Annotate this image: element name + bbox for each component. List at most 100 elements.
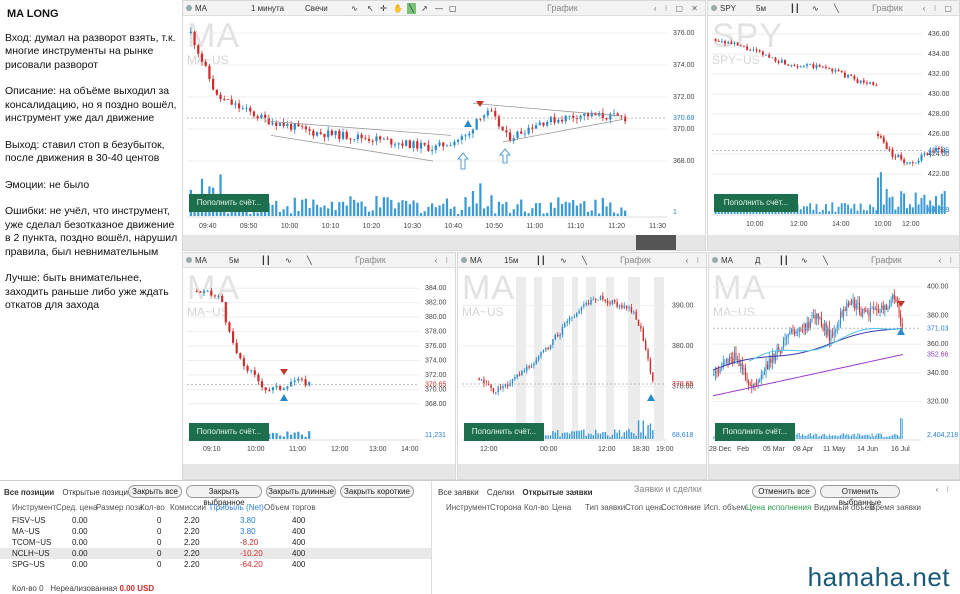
candle-body: [733, 42, 736, 44]
volume-bar: [490, 195, 493, 216]
candle-body: [215, 89, 218, 95]
table-row[interactable]: FISV~US 0.00 0 2.20 3.80 400: [0, 515, 431, 526]
candle-body: [578, 310, 580, 314]
candle-body: [870, 308, 872, 316]
buy-marker-icon: [464, 120, 472, 127]
volume-bar: [866, 434, 868, 439]
chart-scrollbar[interactable]: [183, 464, 455, 479]
candle-body: [379, 136, 382, 140]
candle-body: [583, 304, 585, 307]
tab-all-orders[interactable]: Все заявки: [438, 487, 479, 499]
scroll-thumb[interactable]: [636, 235, 676, 250]
close-all-button[interactable]: Закрыть все: [128, 485, 182, 498]
volume-bar: [814, 433, 816, 439]
spy-candle-chart[interactable]: 436.00434.00432.00430.00428.00426.00424.…: [708, 1, 960, 251]
trading-terminal: MA LONG Вход: думал на разворот взять, т…: [0, 0, 960, 594]
ma-daily-candle-chart[interactable]: 400.00 380.00 360.00 340.00 320.00 2,404,218 2…: [709, 253, 960, 480]
col-order-type[interactable]: Тип заявки: [585, 503, 625, 512]
col-filled-volume[interactable]: Исп. объем: [704, 503, 746, 512]
candle-body: [534, 125, 538, 129]
tab-open-positions[interactable]: Открытые позиции: [62, 487, 132, 499]
candle-body: [246, 365, 249, 371]
col-status[interactable]: Состояние: [661, 503, 701, 512]
close-selected-button[interactable]: Закрыть выбранное: [186, 485, 262, 507]
candle-body: [502, 385, 504, 389]
cancel-selected-button[interactable]: Отменить выбранные: [820, 485, 900, 507]
ma-15m-candle-chart[interactable]: 390.00380.00370.0068,61812:00 00:00 12:00 1…: [458, 253, 707, 480]
col-stop-price[interactable]: Стоп цена: [625, 503, 663, 512]
col-instrument[interactable]: Инструмент: [446, 503, 490, 512]
candle-body: [371, 140, 374, 142]
volume-bar: [847, 204, 849, 214]
col-profit[interactable]: Прибыль (Net): [210, 503, 264, 512]
volume-bar: [297, 211, 300, 216]
volume-bar: [809, 203, 812, 214]
table-row[interactable]: SPG~US 0.00 0 2.20 -64.20 400: [0, 559, 431, 570]
chart-panel-ma-15m[interactable]: MA 15м ┃┃ ∿ ╲ График ‹ ⁝ MA MA~US 390.00…: [457, 252, 707, 480]
cancel-all-button[interactable]: Отменить все: [752, 485, 816, 498]
col-position-size[interactable]: Размер пози: [96, 503, 143, 512]
volume-bar: [586, 211, 590, 216]
y-tick-label: 340.00: [927, 370, 949, 377]
candle-body: [560, 119, 564, 122]
candle-body: [877, 311, 879, 313]
col-volume[interactable]: Объем торгов: [264, 503, 316, 512]
col-instrument[interactable]: Инструмент: [12, 503, 56, 512]
chart-scrollbar[interactable]: [458, 464, 706, 479]
chart-panel-spy[interactable]: SPY 5м ┃┃ ∿ ╲ График ‹ ⁝ ▢ SPY SPY~US 43…: [707, 0, 960, 251]
col-avg-price[interactable]: Сред. цена: [56, 503, 97, 512]
tab-open-orders[interactable]: Открытые заявки: [522, 487, 592, 499]
volume-bar: [887, 436, 889, 439]
volume-bar: [494, 213, 497, 216]
col-fill-price[interactable]: Цена исполнения: [746, 503, 811, 512]
deposit-button[interactable]: Пополнить счёт...: [464, 423, 544, 441]
deposit-button[interactable]: Пополнить счёт...: [714, 194, 798, 212]
candle-body: [773, 353, 775, 361]
chart-panel-main[interactable]: MA 1 минута Свечи ∿ ↖ ✛ ✋ ╲ ↗ — ▢ График…: [182, 0, 706, 251]
deposit-button[interactable]: Пополнить счёт...: [715, 423, 795, 441]
col-qty[interactable]: Кол-во: [524, 503, 549, 512]
candle-body: [195, 291, 198, 292]
y-tick-label: 374.00: [425, 357, 447, 364]
chart-scrollbar[interactable]: [708, 235, 959, 250]
close-long-button[interactable]: Закрыть длинные: [266, 485, 336, 498]
col-qty[interactable]: Кол-во: [140, 503, 165, 512]
candle-body: [554, 335, 557, 340]
chart-panel-ma-daily[interactable]: MA Д ┃┃ ∿ ╲ График ‹ ⁝ MA MA~US 400.00 38…: [708, 252, 960, 480]
table-row[interactable]: TCOM~US 0.00 0 2.20 -8.20 400: [0, 537, 431, 548]
volume-bar: [892, 435, 894, 439]
col-order-time[interactable]: Время заявки: [870, 503, 921, 512]
cell-qty: 0: [157, 516, 162, 525]
ma-5m-candle-chart[interactable]: 384.00 382.00 380.00 378.00 376.00 374.00 372.…: [183, 253, 456, 480]
main-candle-chart[interactable]: 376.00 374.00 372.00 370.00 368.00 1 09:40 09:5…: [183, 1, 706, 251]
volume-bar: [520, 199, 523, 216]
tab-trades[interactable]: Сделки: [487, 487, 514, 499]
candle-body: [226, 99, 230, 101]
deposit-button[interactable]: Пополнить счёт...: [189, 423, 269, 441]
col-price[interactable]: Цена: [552, 503, 571, 512]
window-controls[interactable]: ‹ ⁝: [936, 485, 952, 494]
col-commission[interactable]: Комиссии: [170, 503, 206, 512]
table-row[interactable]: MA~US 0.00 0 2.20 3.80 400: [0, 526, 431, 537]
chart-scrollbar[interactable]: [709, 464, 959, 479]
deposit-button[interactable]: Пополнить счёт...: [189, 194, 269, 212]
candle-body: [427, 144, 430, 151]
tab-all-positions[interactable]: Все позиции: [4, 487, 54, 499]
candle-body: [231, 331, 235, 343]
chart-scrollbar[interactable]: [183, 235, 705, 250]
x-tick-label: 14 Jun: [857, 446, 878, 453]
y-tick-label: 370.00: [673, 126, 695, 133]
candle-body: [862, 309, 864, 316]
close-short-button[interactable]: Закрыть короткие: [340, 485, 414, 498]
candle-body: [761, 51, 764, 56]
volume-bar: [445, 198, 449, 216]
col-visible-volume[interactable]: Видимый объем: [814, 503, 875, 512]
chart-panel-ma-5m[interactable]: MA 5м ┃┃ ∿ ╲ График ‹ ⁝ MA MA~US 384.00 3…: [182, 252, 456, 480]
volume-bar: [601, 197, 604, 216]
table-row[interactable]: NCLH~US 0.00 0 2.20 -10.20 400: [0, 548, 431, 559]
col-side[interactable]: Сторона: [490, 503, 522, 512]
cell-profit: -64.20: [240, 560, 263, 569]
x-tick-label: 10:00: [746, 221, 764, 228]
candle-body: [212, 78, 215, 90]
volume-bar: [926, 204, 929, 214]
